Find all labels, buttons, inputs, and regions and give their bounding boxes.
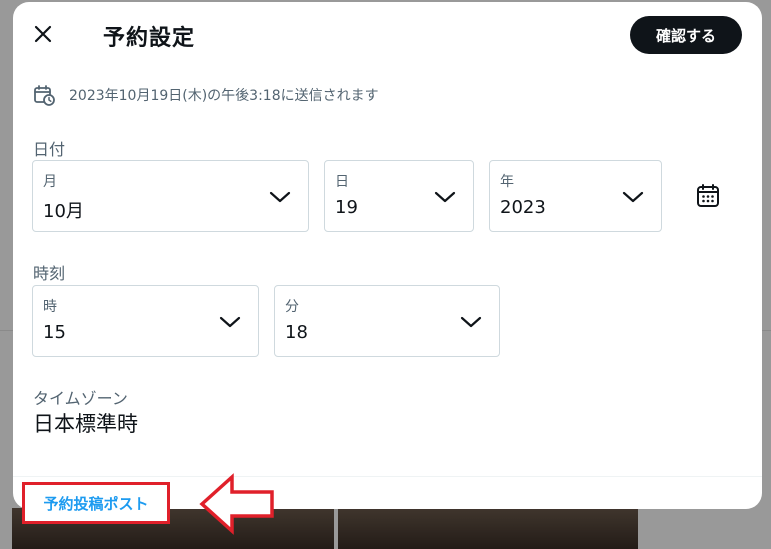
calendar-clock-icon [34, 85, 55, 106]
year-select-value: 2023 [500, 197, 546, 218]
close-icon [34, 25, 52, 43]
month-select-value: 10月 [43, 201, 84, 222]
minute-select-label: 分 [285, 299, 299, 315]
chevron-down-icon [219, 316, 241, 328]
chevron-down-icon [622, 191, 644, 203]
chevron-down-icon [460, 316, 482, 328]
day-select-value: 19 [335, 197, 358, 218]
chevron-down-icon [269, 191, 291, 203]
chevron-down-icon [434, 191, 456, 203]
modal-title: 予約設定 [103, 26, 196, 51]
year-select-label: 年 [500, 174, 514, 190]
hour-select-value: 15 [43, 322, 66, 343]
month-select-label: 月 [43, 174, 57, 190]
hour-select[interactable]: 時 15 [32, 285, 259, 357]
schedule-info: 2023年10月19日(木)の午後3:18に送信されます [33, 84, 379, 106]
year-select[interactable]: 年 2023 [489, 160, 662, 232]
confirm-button[interactable]: 確認する [630, 16, 742, 54]
left-arrow-annotation [199, 473, 274, 535]
day-select[interactable]: 日 19 [324, 160, 474, 232]
footer-divider [13, 476, 762, 477]
time-section-label: 時刻 [33, 264, 66, 283]
close-button[interactable] [25, 16, 61, 52]
month-select[interactable]: 月 10月 [32, 160, 309, 232]
day-select-label: 日 [335, 174, 349, 190]
minute-select-value: 18 [285, 322, 308, 343]
schedule-modal: 予約設定 確認する 2023年10月19日(木)の午後3:18に送信されます 日… [13, 2, 762, 509]
hour-select-label: 時 [43, 299, 57, 315]
schedule-info-text: 2023年10月19日(木)の午後3:18に送信されます [69, 88, 379, 104]
minute-select[interactable]: 分 18 [274, 285, 500, 357]
timezone-label: タイムゾーン [33, 389, 128, 408]
scheduled-posts-link[interactable]: 予約投稿ポスト [22, 482, 170, 524]
date-section-label: 日付 [33, 140, 66, 159]
calendar-icon[interactable] [695, 183, 721, 209]
timezone-value: 日本標準時 [33, 412, 138, 436]
